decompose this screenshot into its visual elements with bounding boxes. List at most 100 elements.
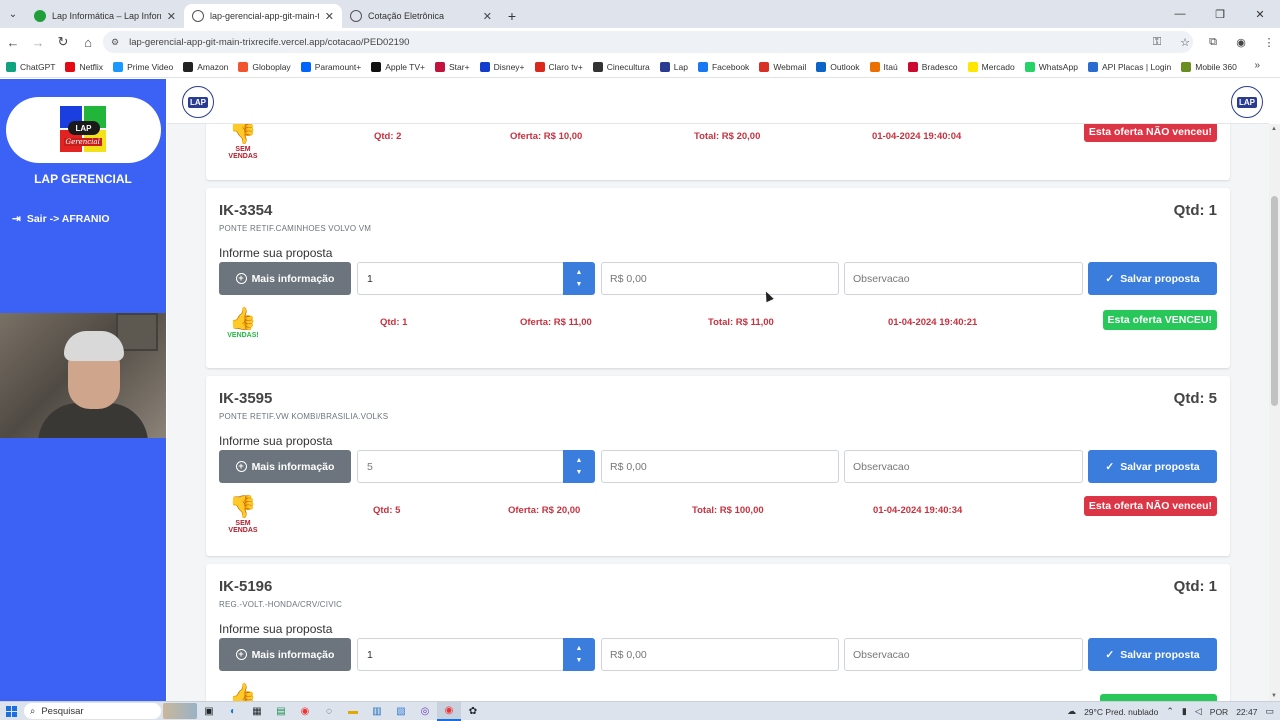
bookmark-item[interactable]: Bradesco — [907, 61, 958, 72]
browser-menu-icon[interactable]: ⋮ — [1258, 31, 1280, 53]
bookmark-item[interactable]: Prime Video — [113, 61, 174, 72]
quantity-stepper[interactable]: ▲ ▼ — [563, 638, 595, 671]
volume-icon[interactable]: ◁ — [1195, 706, 1202, 717]
chrome-icon[interactable]: ◉ — [293, 702, 317, 721]
app-icon[interactable]: ▤ — [269, 702, 293, 721]
save-proposal-button[interactable]: ✓ Salvar proposta — [1088, 450, 1217, 483]
bookmark-item[interactable]: Netflix — [65, 61, 103, 72]
back-icon[interactable]: ← — [1, 30, 25, 54]
bookmark-item[interactable]: ChatGPT — [6, 61, 55, 72]
edge-icon[interactable]: ◐ — [221, 702, 245, 721]
app-icon[interactable]: ▧ — [389, 702, 413, 721]
bookmark-item[interactable]: Mobile 360 — [1181, 61, 1237, 72]
task-view-icon[interactable]: ▣ — [197, 702, 221, 721]
bookmark-item[interactable]: Star+ — [435, 61, 470, 72]
minimize-icon[interactable]: — — [1160, 0, 1200, 28]
close-tab-icon[interactable]: ✕ — [483, 10, 492, 23]
page-scrollbar[interactable]: ▲ ▼ — [1269, 124, 1280, 701]
more-info-button[interactable]: + Mais informação — [219, 262, 351, 295]
close-tab-icon[interactable]: ✕ — [325, 10, 334, 23]
new-tab-button[interactable]: + — [500, 4, 524, 28]
more-info-button[interactable]: + Mais informação — [219, 638, 351, 671]
bookmark-item[interactable]: Apple TV+ — [371, 61, 425, 72]
observation-input[interactable]: Observacao — [844, 262, 1083, 295]
system-tray: ☁ 29°C Pred. nublado ⌃ ▮ ◁ POR 22:47 ▭ — [1067, 702, 1274, 721]
bookmark-item[interactable]: Facebook — [697, 61, 749, 72]
bookmark-favicon-icon — [869, 61, 880, 72]
scrollbar-thumb[interactable] — [1271, 196, 1278, 406]
profile-icon[interactable]: ◉ — [1230, 31, 1252, 53]
price-input[interactable]: R$ 0,00 — [601, 638, 839, 671]
bookmark-item[interactable]: Cinecultura — [592, 61, 650, 72]
sidebar-logo[interactable]: LAP Gerencial — [6, 97, 161, 163]
app-icon[interactable]: ▥ — [365, 702, 389, 721]
proposal-prompt: Informe sua proposta — [219, 434, 333, 448]
tray-chevron-icon[interactable]: ⌃ — [1166, 706, 1174, 717]
password-key-icon[interactable]: ⚿ — [1146, 31, 1168, 53]
bookmark-item[interactable]: Mercado — [967, 61, 1015, 72]
browser-tab-2[interactable]: lap-gerencial-app-git-main-trix ✕ — [184, 4, 342, 28]
reload-icon[interactable]: ↻ — [51, 30, 75, 54]
bookmark-item[interactable]: Outlook — [816, 61, 860, 72]
start-button[interactable] — [0, 702, 22, 721]
bookmark-item[interactable]: Lap — [659, 61, 688, 72]
bookmark-item[interactable]: API Placas | Login — [1087, 61, 1171, 72]
app-icon[interactable]: ◎ — [413, 702, 437, 721]
weather-icon[interactable]: ☁ — [1067, 706, 1076, 717]
price-input[interactable]: R$ 0,00 — [601, 450, 839, 483]
quantity-stepper[interactable]: ▲ ▼ — [563, 450, 595, 483]
explorer-icon[interactable]: ▬ — [341, 702, 365, 721]
bookmarks-overflow-icon[interactable]: » — [1254, 60, 1260, 71]
site-info-icon[interactable]: ⚙ — [111, 37, 119, 48]
forward-icon[interactable]: → — [26, 30, 50, 54]
save-proposal-button[interactable]: ✓ Salvar proposta — [1088, 262, 1217, 295]
app-icon[interactable]: ✿ — [461, 702, 485, 721]
scroll-down-icon[interactable]: ▼ — [1271, 693, 1277, 699]
taskbar-search[interactable]: ⌕ Pesquisar — [24, 703, 161, 719]
weather-text[interactable]: 29°C Pred. nublado — [1084, 707, 1158, 717]
bookmark-label: Prime Video — [127, 61, 174, 72]
quantity-input[interactable]: 1 — [357, 262, 564, 295]
url-field[interactable]: ⚙ lap-gerencial-app-git-main-trixrecife.… — [103, 31, 1193, 53]
result-total: Total: R$ 100,00 — [692, 505, 764, 516]
bookmark-item[interactable]: Claro tv+ — [534, 61, 583, 72]
bookmark-item[interactable]: Itaú — [869, 61, 898, 72]
chevron-down-icon: ▼ — [575, 469, 583, 476]
quantity-stepper[interactable]: ▲ ▼ — [563, 262, 595, 295]
close-tab-icon[interactable]: ✕ — [167, 10, 176, 23]
scroll-up-icon[interactable]: ▲ — [1271, 126, 1277, 132]
tab-search-icon[interactable]: ⌄ — [0, 0, 26, 28]
extensions-icon[interactable]: ⧉ — [1202, 31, 1224, 53]
chevron-down-icon: ▼ — [575, 657, 583, 664]
store-icon[interactable]: ▦ — [245, 702, 269, 721]
quantity-input[interactable]: 1 — [357, 638, 564, 671]
bookmark-item[interactable]: Paramount+ — [300, 61, 361, 72]
home-icon[interactable]: ⌂ — [76, 30, 100, 54]
observation-input[interactable]: Observacao — [844, 638, 1083, 671]
price-input[interactable]: R$ 0,00 — [601, 262, 839, 295]
logout-label: Sair -> AFRANIO — [26, 213, 110, 225]
save-proposal-button[interactable]: ✓ Salvar proposta — [1088, 638, 1217, 671]
language-indicator[interactable]: POR — [1210, 707, 1228, 717]
restore-icon[interactable]: ❐ — [1200, 0, 1240, 28]
network-icon[interactable]: ▮ — [1182, 706, 1187, 717]
chrome-active-icon[interactable]: ◉ — [437, 701, 461, 721]
browser-tab-1[interactable]: Lap Informática – Lap Informát ✕ — [26, 4, 184, 28]
clock[interactable]: 22:47 — [1236, 707, 1257, 717]
app-icon[interactable]: ◌ — [317, 702, 341, 721]
observation-input[interactable]: Observacao — [844, 450, 1083, 483]
notifications-icon[interactable]: ▭ — [1265, 706, 1274, 717]
bookmark-item[interactable]: Webmail — [759, 61, 806, 72]
logout-link[interactable]: ⇥ Sair -> AFRANIO — [12, 213, 110, 225]
more-info-button[interactable]: + Mais informação — [219, 450, 351, 483]
close-window-icon[interactable]: ✕ — [1240, 0, 1280, 28]
bookmark-item[interactable]: Disney+ — [479, 61, 525, 72]
bookmark-star-icon[interactable]: ☆ — [1174, 31, 1196, 53]
browser-tab-3[interactable]: Cotação Eletrônica ✕ — [342, 4, 500, 28]
bookmark-item[interactable]: WhatsApp — [1024, 61, 1078, 72]
quantity-input[interactable]: 5 — [357, 450, 564, 483]
navbar-logo-right[interactable]: LAP — [1231, 86, 1263, 118]
bookmark-item[interactable]: Amazon — [183, 61, 228, 72]
navbar-logo-left[interactable]: LAP — [182, 86, 214, 118]
bookmark-item[interactable]: Globoplay — [238, 61, 291, 72]
